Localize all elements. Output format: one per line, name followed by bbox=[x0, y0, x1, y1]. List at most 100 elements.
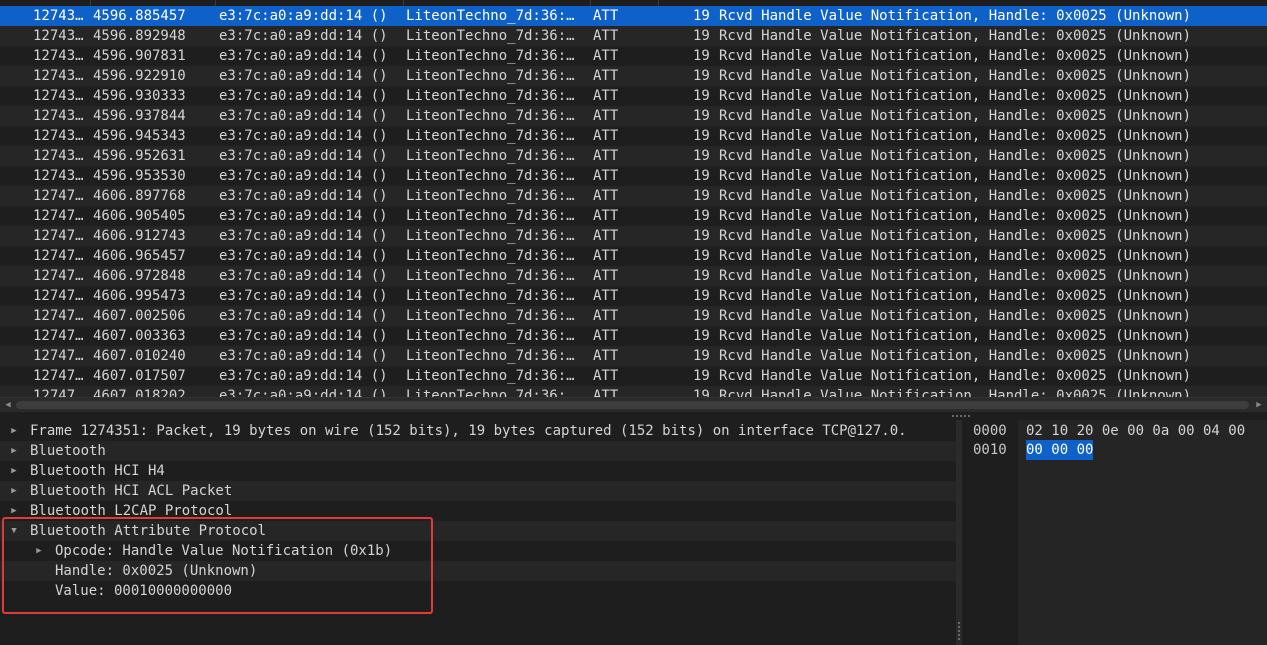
tree-item[interactable]: ▶ Bluetooth HCI ACL Packet bbox=[0, 481, 956, 501]
packet-row[interactable]: 12747… 4606.965457 e3:7c:a0:a9:dd:14 () Lit… bbox=[0, 246, 1267, 266]
packet-number: 12747… bbox=[33, 308, 84, 324]
packet-info: Rcvd Handle Value Notification, Handle: … bbox=[719, 48, 1192, 64]
grip-dot bbox=[956, 415, 958, 417]
packet-source: e3:7c:a0:a9:dd:14 () bbox=[219, 8, 388, 24]
packet-number: 12747… bbox=[33, 348, 84, 364]
packet-length: 19 bbox=[693, 88, 710, 104]
packet-length: 19 bbox=[693, 288, 710, 304]
packet-destination: LiteonTechno_7d:36:… bbox=[406, 128, 575, 144]
packet-protocol: ATT bbox=[593, 308, 619, 324]
packet-row[interactable]: 12747… 4607.010240 e3:7c:a0:a9:dd:14 () Lit… bbox=[0, 346, 1267, 366]
packet-number: 12747… bbox=[33, 228, 84, 244]
packet-time: 4607.017507 bbox=[93, 368, 186, 384]
annotation-highlight-box bbox=[2, 517, 433, 614]
packet-row[interactable]: 12743… 4596.892948 e3:7c:a0:a9:dd:14 () Lit… bbox=[0, 26, 1267, 46]
packet-length: 19 bbox=[693, 68, 710, 84]
packet-info: Rcvd Handle Value Notification, Handle: … bbox=[719, 368, 1192, 384]
packet-protocol: ATT bbox=[593, 268, 619, 284]
packet-bytes-pane[interactable]: 0000 02 10 20 0e 00 0a 00 04 00 0010 00 … bbox=[962, 420, 1267, 645]
packet-protocol: ATT bbox=[593, 28, 619, 44]
packet-time: 4596.930333 bbox=[93, 88, 186, 104]
packet-row[interactable]: 12743… 4596.922910 e3:7c:a0:a9:dd:14 () Lit… bbox=[0, 66, 1267, 86]
packet-destination: LiteonTechno_7d:36:… bbox=[406, 388, 575, 397]
triangle-right-icon[interactable]: ▶ bbox=[8, 421, 20, 441]
packet-number: 12743… bbox=[33, 128, 84, 144]
pane-splitter-horizontal[interactable] bbox=[0, 412, 1267, 420]
packet-row[interactable]: 12743… 4596.907831 e3:7c:a0:a9:dd:14 () Lit… bbox=[0, 46, 1267, 66]
packet-number: 12747… bbox=[33, 188, 84, 204]
packet-destination: LiteonTechno_7d:36:… bbox=[406, 28, 575, 44]
packet-source: e3:7c:a0:a9:dd:14 () bbox=[219, 248, 388, 264]
tree-item[interactable]: ▶ Frame 1274351: Packet, 19 bytes on wire… bbox=[0, 421, 956, 441]
hex-bytes-selected[interactable]: 00 00 00 bbox=[1026, 440, 1094, 460]
packet-source: e3:7c:a0:a9:dd:14 () bbox=[219, 68, 388, 84]
packet-row[interactable]: 12743… 4596.937844 e3:7c:a0:a9:dd:14 () Lit… bbox=[0, 106, 1267, 126]
packet-number: 12743… bbox=[33, 148, 84, 164]
tree-item[interactable]: ▶ Bluetooth bbox=[0, 441, 956, 461]
packet-protocol: ATT bbox=[593, 208, 619, 224]
packet-row[interactable]: 12747… 4607.002506 e3:7c:a0:a9:dd:14 () Lit… bbox=[0, 306, 1267, 326]
packet-source: e3:7c:a0:a9:dd:14 () bbox=[219, 368, 388, 384]
packet-row[interactable]: 12747… 4606.912743 e3:7c:a0:a9:dd:14 () Lit… bbox=[0, 226, 1267, 246]
packet-list[interactable]: 12743… 4596.885457 e3:7c:a0:a9:dd:14 () Lit… bbox=[0, 0, 1267, 397]
packet-time: 4596.952631 bbox=[93, 148, 186, 164]
packet-list-body: 12743… 4596.885457 e3:7c:a0:a9:dd:14 () Lit… bbox=[0, 6, 1267, 397]
scroll-right-arrow-icon[interactable]: ▶ bbox=[1254, 400, 1264, 410]
tree-item[interactable]: ▶ Bluetooth HCI H4 bbox=[0, 461, 956, 481]
packet-info: Rcvd Handle Value Notification, Handle: … bbox=[719, 388, 1192, 397]
packet-destination: LiteonTechno_7d:36:… bbox=[406, 328, 575, 344]
tree-item-label: Bluetooth HCI ACL Packet bbox=[30, 483, 233, 499]
packet-length: 19 bbox=[693, 348, 710, 364]
packet-row[interactable]: 12747… 4606.972848 e3:7c:a0:a9:dd:14 () Lit… bbox=[0, 266, 1267, 286]
triangle-right-icon[interactable]: ▶ bbox=[8, 461, 20, 481]
packet-protocol: ATT bbox=[593, 288, 619, 304]
tree-item-label: Bluetooth bbox=[30, 443, 106, 459]
scrollbar-thumb[interactable] bbox=[16, 401, 1249, 409]
packet-row[interactable]: 12747… 4607.018202 e3:7c:a0:a9:dd:14 () Lit… bbox=[0, 386, 1267, 397]
packet-length: 19 bbox=[693, 8, 710, 24]
packet-destination: LiteonTechno_7d:36:… bbox=[406, 308, 575, 324]
packet-row[interactable]: 12743… 4596.945343 e3:7c:a0:a9:dd:14 () Lit… bbox=[0, 126, 1267, 146]
packet-number: 12747… bbox=[33, 268, 84, 284]
packet-length: 19 bbox=[693, 388, 710, 397]
packet-number: 12743… bbox=[33, 168, 84, 184]
packet-info: Rcvd Handle Value Notification, Handle: … bbox=[719, 328, 1192, 344]
packet-source: e3:7c:a0:a9:dd:14 () bbox=[219, 268, 388, 284]
packet-row[interactable]: 12743… 4596.952631 e3:7c:a0:a9:dd:14 () Lit… bbox=[0, 146, 1267, 166]
packet-row[interactable]: 12747… 4607.017507 e3:7c:a0:a9:dd:14 () Lit… bbox=[0, 366, 1267, 386]
triangle-right-icon[interactable]: ▶ bbox=[8, 481, 20, 501]
packet-info: Rcvd Handle Value Notification, Handle: … bbox=[719, 308, 1192, 324]
packet-protocol: ATT bbox=[593, 48, 619, 64]
packet-destination: LiteonTechno_7d:36:… bbox=[406, 188, 575, 204]
packet-destination: LiteonTechno_7d:36:… bbox=[406, 108, 575, 124]
packet-length: 19 bbox=[693, 208, 710, 224]
packet-row[interactable]: 12743… 4596.953530 e3:7c:a0:a9:dd:14 () Lit… bbox=[0, 166, 1267, 186]
packet-protocol: ATT bbox=[593, 388, 619, 397]
hex-bytes[interactable]: 02 10 20 0e 00 0a 00 04 00 bbox=[1026, 421, 1245, 441]
packet-protocol: ATT bbox=[593, 148, 619, 164]
packet-protocol: ATT bbox=[593, 68, 619, 84]
scroll-left-arrow-icon[interactable]: ◀ bbox=[3, 400, 13, 410]
packet-time: 4606.912743 bbox=[93, 228, 186, 244]
packet-list-horizontal-scrollbar[interactable]: ◀ ▶ bbox=[0, 397, 1267, 412]
packet-row[interactable]: 12743… 4596.930333 e3:7c:a0:a9:dd:14 () Lit… bbox=[0, 86, 1267, 106]
packet-row[interactable]: 12747… 4607.003363 e3:7c:a0:a9:dd:14 () Lit… bbox=[0, 326, 1267, 346]
packet-info: Rcvd Handle Value Notification, Handle: … bbox=[719, 348, 1192, 364]
grip-dot bbox=[958, 638, 960, 640]
packet-source: e3:7c:a0:a9:dd:14 () bbox=[219, 128, 388, 144]
packet-row[interactable]: 12747… 4606.995473 e3:7c:a0:a9:dd:14 () Lit… bbox=[0, 286, 1267, 306]
packet-time: 4607.003363 bbox=[93, 328, 186, 344]
triangle-right-icon[interactable]: ▶ bbox=[8, 441, 20, 461]
packet-number: 12747… bbox=[33, 208, 84, 224]
packet-row[interactable]: 12747… 4606.897768 e3:7c:a0:a9:dd:14 () Lit… bbox=[0, 186, 1267, 206]
packet-row-selected[interactable]: 12743… 4596.885457 e3:7c:a0:a9:dd:14 () Lit… bbox=[0, 6, 1267, 26]
packet-source: e3:7c:a0:a9:dd:14 () bbox=[219, 388, 388, 397]
packet-info: Rcvd Handle Value Notification, Handle: … bbox=[719, 128, 1192, 144]
grip-dot bbox=[958, 634, 960, 636]
packet-row[interactable]: 12747… 4606.905405 e3:7c:a0:a9:dd:14 () Lit… bbox=[0, 206, 1267, 226]
packet-number: 12743… bbox=[33, 48, 84, 64]
packet-protocol: ATT bbox=[593, 248, 619, 264]
packet-destination: LiteonTechno_7d:36:… bbox=[406, 168, 575, 184]
packet-time: 4596.922910 bbox=[93, 68, 186, 84]
packet-length: 19 bbox=[693, 268, 710, 284]
